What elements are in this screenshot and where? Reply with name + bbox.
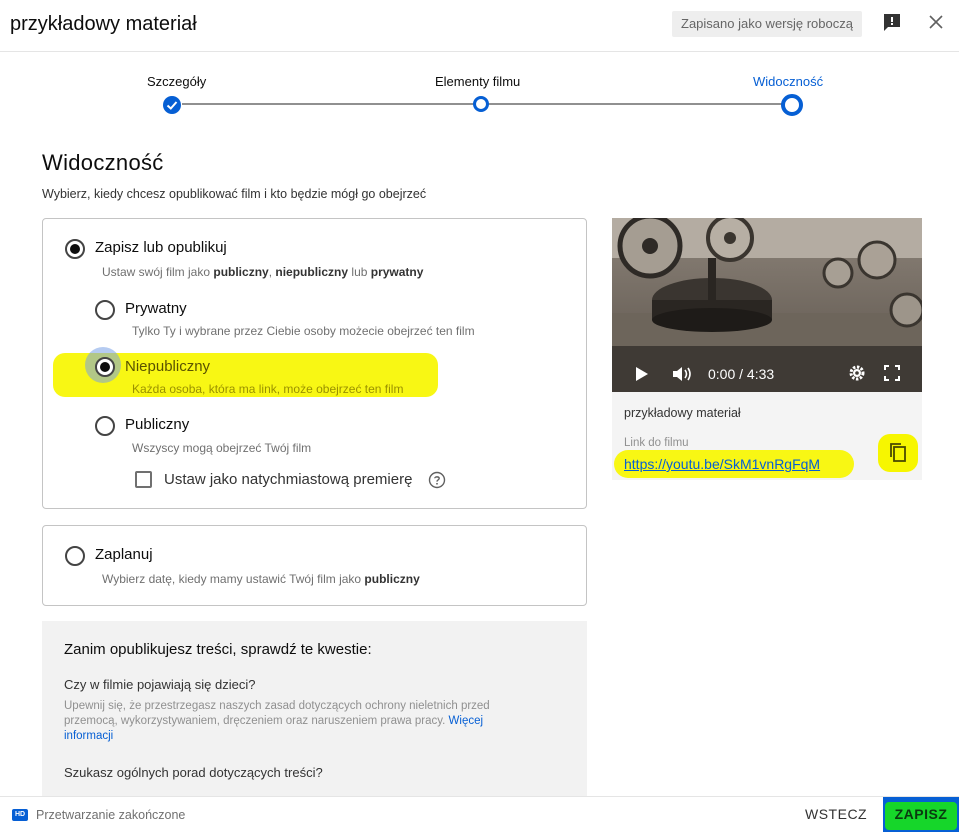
help-icon[interactable] (428, 471, 446, 489)
save-button-label: ZAPISZ (894, 806, 948, 822)
private-label[interactable]: Prywatny (125, 300, 187, 317)
step-details-label[interactable]: Szczegóły (147, 74, 206, 89)
private-desc: Tylko Ty i wybrane przez Ciebie osoby mo… (132, 324, 475, 338)
unlisted-label[interactable]: Niepubliczny (125, 358, 210, 375)
settings-gear-icon[interactable] (848, 364, 866, 382)
save-or-publish-card: Zapisz lub opublikuj Ustaw swój film jak… (42, 218, 587, 509)
dialog-title: przykładowy materiał (10, 13, 197, 35)
notice-question-children: Czy w filmie pojawiają się dzieci? (64, 677, 256, 692)
video-title: przykładowy materiał (624, 406, 741, 420)
video-link-url[interactable]: https://youtu.be/SkM1vnRgFqM (624, 456, 820, 472)
step-details-check-icon[interactable] (163, 96, 181, 114)
draft-status-badge: Zapisano jako wersję roboczą (672, 11, 862, 37)
premiere-label[interactable]: Ustaw jako natychmiastową premierę (164, 471, 412, 488)
schedule-label[interactable]: Zaplanuj (95, 546, 153, 563)
step-connector (186, 103, 480, 105)
step-connector (486, 103, 782, 105)
back-button[interactable]: WSTECZ (805, 806, 867, 822)
pre-publish-notice: Zanim opublikujesz treści, sprawdź te kw… (42, 621, 587, 796)
notice-question-general: Szukasz ogólnych porad dotyczących treśc… (64, 765, 323, 780)
play-icon[interactable] (634, 365, 650, 383)
hd-badge-icon: HD (12, 809, 28, 821)
save-publish-radio[interactable] (65, 239, 85, 259)
private-radio[interactable] (95, 300, 115, 320)
video-preview-panel: 0:00 / 4:33 przykładowy materiał Link do… (612, 218, 922, 480)
public-label[interactable]: Publiczny (125, 416, 189, 433)
save-publish-label[interactable]: Zapisz lub opublikuj (95, 239, 227, 256)
schedule-radio[interactable] (65, 546, 85, 566)
schedule-card: Zaplanuj Wybierz datę, kiedy mamy ustawi… (42, 525, 587, 606)
video-player[interactable]: 0:00 / 4:33 (612, 218, 922, 392)
upload-stepper: Szczegóły Elementy filmu Widoczność (0, 52, 959, 137)
save-button[interactable]: ZAPISZ (883, 797, 959, 832)
notice-title: Zanim opublikujesz treści, sprawdź te kw… (64, 641, 372, 658)
dialog-footer: HD Przetwarzanie zakończone WSTECZ ZAPIS… (0, 796, 959, 832)
schedule-desc: Wybierz datę, kiedy mamy ustawić Twój fi… (102, 572, 420, 586)
public-desc: Wszyscy mogą obejrzeć Twój film (132, 441, 312, 455)
video-time: 0:00 / 4:33 (708, 366, 775, 382)
close-icon[interactable] (926, 12, 946, 32)
processing-status: Przetwarzanie zakończone (36, 808, 186, 822)
step-visibility-label[interactable]: Widoczność (753, 74, 823, 89)
volume-icon[interactable] (672, 365, 694, 383)
visibility-heading: Widoczność (42, 150, 164, 175)
player-controls: 0:00 / 4:33 (612, 356, 922, 392)
step-video-elements-label[interactable]: Elementy filmu (435, 74, 520, 89)
save-publish-desc: Ustaw swój film jako publiczny, niepubli… (102, 265, 424, 279)
public-radio[interactable] (95, 416, 115, 436)
fullscreen-icon[interactable] (884, 365, 900, 381)
step-visibility-dot[interactable] (781, 94, 803, 116)
feedback-icon[interactable] (882, 12, 902, 32)
notice-body: Upewnij się, że przestrzegasz naszych za… (64, 700, 490, 742)
unlisted-desc: Każda osoba, która ma link, może obejrze… (132, 382, 404, 396)
video-link-label: Link do filmu (624, 437, 689, 449)
dialog-header: przykładowy materiał Zapisano jako wersj… (0, 0, 959, 52)
copy-icon[interactable] (886, 441, 910, 465)
unlisted-radio[interactable] (95, 357, 115, 377)
step-video-elements-dot[interactable] (473, 96, 489, 112)
premiere-checkbox[interactable] (135, 471, 152, 488)
visibility-subtitle: Wybierz, kiedy chcesz opublikować film i… (42, 187, 427, 201)
